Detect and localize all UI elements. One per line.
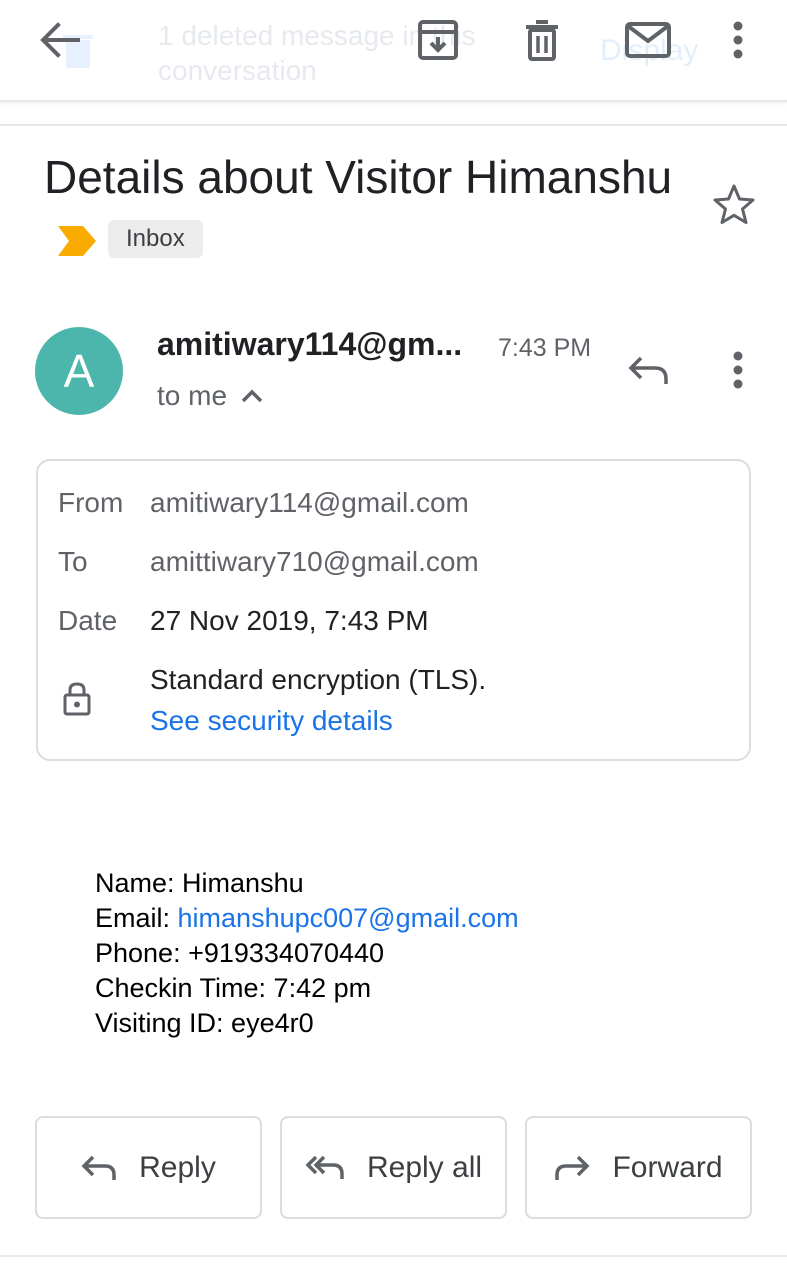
forward-label: Forward	[612, 1150, 723, 1184]
body-email-line: Email: himanshupc007@gmail.com	[95, 901, 519, 936]
recipient-toggle[interactable]: to me	[157, 380, 263, 412]
security-details-link[interactable]: See security details	[150, 705, 393, 737]
body-name-line: Name: Himanshu	[95, 866, 519, 901]
reply-label: Reply	[139, 1150, 216, 1184]
back-button[interactable]	[30, 14, 90, 70]
email-subject: Details about Visitor Himanshu Inbox	[44, 146, 684, 271]
more-options-button[interactable]	[716, 14, 760, 70]
deleted-message-snackbar: 1 deleted message in this conversation	[158, 20, 476, 86]
more-vert-icon	[732, 351, 744, 394]
star-outline-icon	[712, 183, 756, 230]
divider	[0, 124, 787, 126]
recipient-summary: to me	[157, 380, 228, 411]
body-phone-line: Phone: +919334070440	[95, 938, 385, 968]
date-label: Date	[58, 605, 118, 636]
forward-icon	[555, 1155, 590, 1180]
body-checkin-line: Checkin Time: 7:42 pm	[95, 973, 372, 1003]
archive-icon	[417, 19, 459, 66]
sender-name[interactable]: amitiwary114@gm...	[157, 326, 462, 363]
message-more-button[interactable]	[716, 346, 760, 398]
more-vert-icon	[732, 21, 744, 64]
arrow-back-icon	[40, 21, 80, 63]
message-time: 7:43 PM	[498, 334, 592, 362]
reply-all-button[interactable]: Reply all	[280, 1116, 507, 1219]
reply-icon	[627, 354, 669, 391]
to-value[interactable]: amittiwary710@gmail.com	[150, 546, 479, 578]
trash-icon	[524, 19, 560, 66]
message-body: Name: Himanshu Email: himanshupc007@gmai…	[95, 866, 519, 1041]
reply-icon	[81, 1155, 116, 1180]
from-value[interactable]: amitiwary114@gmail.com	[150, 487, 469, 519]
date-value: 27 Nov 2019, 7:43 PM	[150, 605, 429, 636]
from-label: From	[58, 487, 124, 518]
body-visiting-id-line: Visiting ID: eye4r0	[95, 1008, 314, 1038]
mark-unread-button[interactable]	[618, 14, 678, 70]
top-app-bar: 1 deleted message in this conversation D…	[0, 0, 787, 102]
reply-all-label: Reply all	[366, 1150, 483, 1184]
divider	[0, 1255, 787, 1257]
name-value: Himanshu	[182, 868, 304, 898]
lock-icon	[62, 681, 92, 722]
inbox-label-chip[interactable]: Inbox	[108, 219, 203, 258]
encryption-text: Standard encryption (TLS).	[150, 664, 487, 695]
mail-icon	[625, 21, 671, 63]
reply-button[interactable]: Reply	[35, 1116, 262, 1219]
visitor-email-link[interactable]: himanshupc007@gmail.com	[178, 903, 519, 933]
star-button[interactable]	[706, 180, 762, 232]
sender-avatar[interactable]: A	[35, 327, 123, 415]
email-label: Email:	[95, 903, 171, 933]
quick-reply-button[interactable]	[618, 346, 678, 398]
delete-button[interactable]	[514, 14, 570, 70]
reply-all-icon	[305, 1155, 344, 1179]
importance-marker-icon[interactable]	[58, 209, 96, 271]
chevron-up-icon	[241, 389, 263, 403]
message-details-card: From amitiwary114@gmail.com To amittiwar…	[36, 459, 751, 761]
to-label: To	[58, 546, 88, 577]
subject-title: Details about Visitor Himanshu	[44, 151, 673, 203]
forward-button[interactable]: Forward	[525, 1116, 752, 1219]
archive-button[interactable]	[410, 14, 466, 70]
name-label: Name:	[95, 868, 175, 898]
